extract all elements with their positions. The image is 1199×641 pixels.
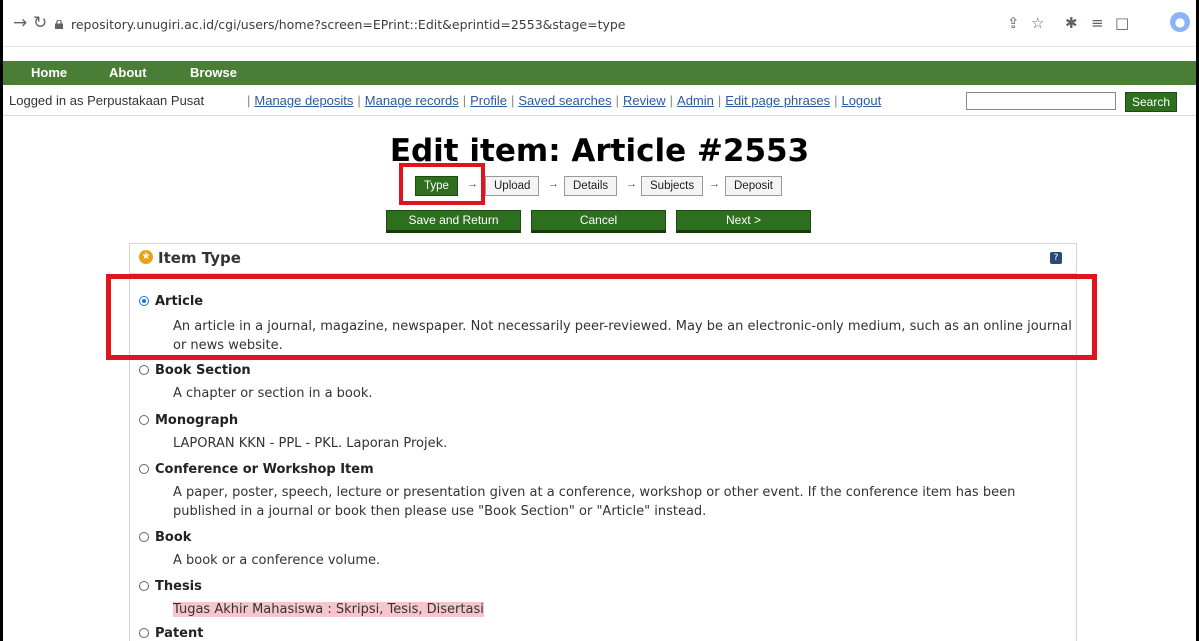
arrow-right-icon: → [709, 178, 720, 190]
page-title: Edit item: Article #2553 [389, 133, 810, 169]
radio-button[interactable] [139, 464, 149, 474]
search-input[interactable] [966, 92, 1116, 110]
option-label: Monograph [155, 413, 239, 428]
next-button[interactable]: Next > [676, 210, 811, 233]
link-logout[interactable]: Logout [841, 93, 881, 108]
link-manage-records[interactable]: Manage records [365, 93, 459, 108]
address-bar[interactable]: repository.unugiri.ac.id/cgi/users/home?… [55, 17, 626, 32]
option-label: Patent [155, 626, 204, 641]
radio-button[interactable] [139, 628, 149, 638]
site-menu: Home About Browse [3, 61, 1196, 85]
step-subjects[interactable]: Subjects [641, 176, 704, 196]
extensions-icon[interactable]: ✱ [1065, 14, 1078, 32]
radio-button[interactable] [139, 415, 149, 425]
user-bar: Logged in as Perpustakaan Pusat | Manage … [3, 85, 1196, 116]
menu-about[interactable]: About [109, 65, 147, 80]
step-deposit[interactable]: Deposit [725, 176, 782, 196]
share-icon[interactable]: ⇪ [1007, 14, 1020, 32]
user-links: | Manage deposits | Manage records | Profile |… [247, 93, 882, 108]
description-line: LAPORAN KKN - PPL - PKL. Laporan Projek. [173, 436, 448, 451]
option-label: Thesis [155, 579, 202, 594]
description-line: A paper, poster, speech, lecture or pres… [173, 485, 1016, 500]
option-monograph[interactable]: Monograph [139, 413, 238, 428]
link-admin[interactable]: Admin [677, 93, 714, 108]
panel-title: Item Type [158, 249, 241, 267]
step-details[interactable]: Details [564, 176, 618, 196]
option-description: A paper, poster, speech, lecture or pres… [173, 483, 1015, 521]
link-edit-page-phrases[interactable]: Edit page phrases [725, 93, 830, 108]
description-line: A book or a conference volume. [173, 553, 381, 568]
reading-list-icon[interactable]: ≡ [1091, 14, 1104, 32]
menu-browse[interactable]: Browse [190, 65, 237, 80]
url-text: repository.unugiri.ac.id/cgi/users/home?… [71, 17, 626, 32]
option-description: A chapter or section in a book. [173, 384, 373, 403]
description-line: published in a journal or book then plea… [173, 504, 707, 519]
required-star-icon: ★ [139, 250, 153, 264]
annotation-box-article [106, 274, 1097, 360]
radio-button[interactable] [139, 581, 149, 591]
option-description: LAPORAN KKN - PPL - PKL. Laporan Projek. [173, 434, 447, 453]
cancel-button[interactable]: Cancel [531, 210, 666, 233]
screenshot-frame: → ↻ repository.unugiri.ac.id/cgi/users/h… [0, 0, 1199, 641]
option-label: Conference or Workshop Item [155, 462, 374, 477]
option-label: Book Section [155, 363, 251, 378]
link-manage-deposits[interactable]: Manage deposits [254, 93, 353, 108]
side-panel-icon[interactable]: □ [1115, 14, 1129, 32]
link-profile[interactable]: Profile [470, 93, 507, 108]
step-upload[interactable]: Upload [485, 176, 540, 196]
arrow-right-icon: → [548, 178, 559, 190]
annotation-box-type [399, 163, 485, 205]
menu-home[interactable]: Home [31, 65, 67, 80]
link-review[interactable]: Review [623, 93, 666, 108]
option-description: A book or a conference volume. [173, 551, 380, 570]
option-book-section[interactable]: Book Section [139, 363, 251, 378]
panel-header: ★ Item Type ? [130, 244, 1076, 274]
option-thesis[interactable]: Thesis [139, 579, 202, 594]
save-and-return-button[interactable]: Save and Return [386, 210, 521, 233]
option-book[interactable]: Book [139, 530, 191, 545]
option-label: Book [155, 530, 192, 545]
option-description: Tugas Akhir Mahasiswa : Skripsi, Tesis, … [173, 600, 484, 619]
link-saved-searches[interactable]: Saved searches [518, 93, 611, 108]
browser-toolbar: → ↻ repository.unugiri.ac.id/cgi/users/h… [3, 0, 1196, 47]
star-icon[interactable]: ☆ [1031, 14, 1044, 32]
profile-avatar-icon[interactable]: ● [1170, 12, 1190, 32]
radio-button[interactable] [139, 532, 149, 542]
forward-icon[interactable]: → [13, 13, 27, 33]
description-line: A chapter or section in a book. [173, 386, 373, 401]
reload-icon[interactable]: ↻ [33, 13, 47, 33]
help-icon[interactable]: ? [1050, 252, 1062, 264]
logged-in-text: Logged in as Perpustakaan Pusat [9, 93, 205, 108]
description-line: Tugas Akhir Mahasiswa : Skripsi, Tesis, … [173, 602, 484, 617]
option-patent[interactable]: Patent [139, 626, 203, 641]
option-conference-item[interactable]: Conference or Workshop Item [139, 462, 374, 477]
radio-button[interactable] [139, 365, 149, 375]
search-button[interactable]: Search [1125, 92, 1178, 112]
lock-icon [55, 20, 63, 29]
arrow-right-icon: → [626, 178, 637, 190]
